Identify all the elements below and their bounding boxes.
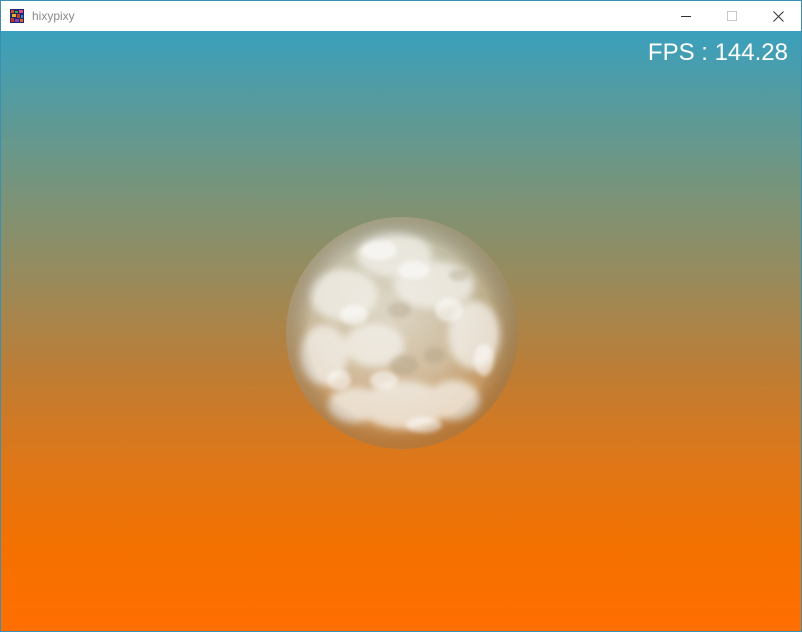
maximize-icon bbox=[727, 11, 737, 21]
close-icon bbox=[772, 10, 784, 22]
cloudy-sphere bbox=[286, 217, 518, 449]
app-window: hixypixy FPS: 144.28 bbox=[0, 0, 802, 632]
minimize-button[interactable] bbox=[663, 1, 709, 31]
fps-counter: FPS : 144.28 bbox=[647, 39, 788, 66]
title-bar[interactable]: hixypixy bbox=[1, 1, 801, 31]
app-icon bbox=[10, 9, 24, 23]
render-canvas[interactable]: FPS : 144.28 bbox=[1, 31, 801, 631]
minimize-icon bbox=[681, 16, 691, 17]
close-button[interactable] bbox=[755, 1, 801, 31]
window-title: hixypixy bbox=[32, 9, 75, 23]
maximize-button[interactable] bbox=[709, 1, 755, 31]
